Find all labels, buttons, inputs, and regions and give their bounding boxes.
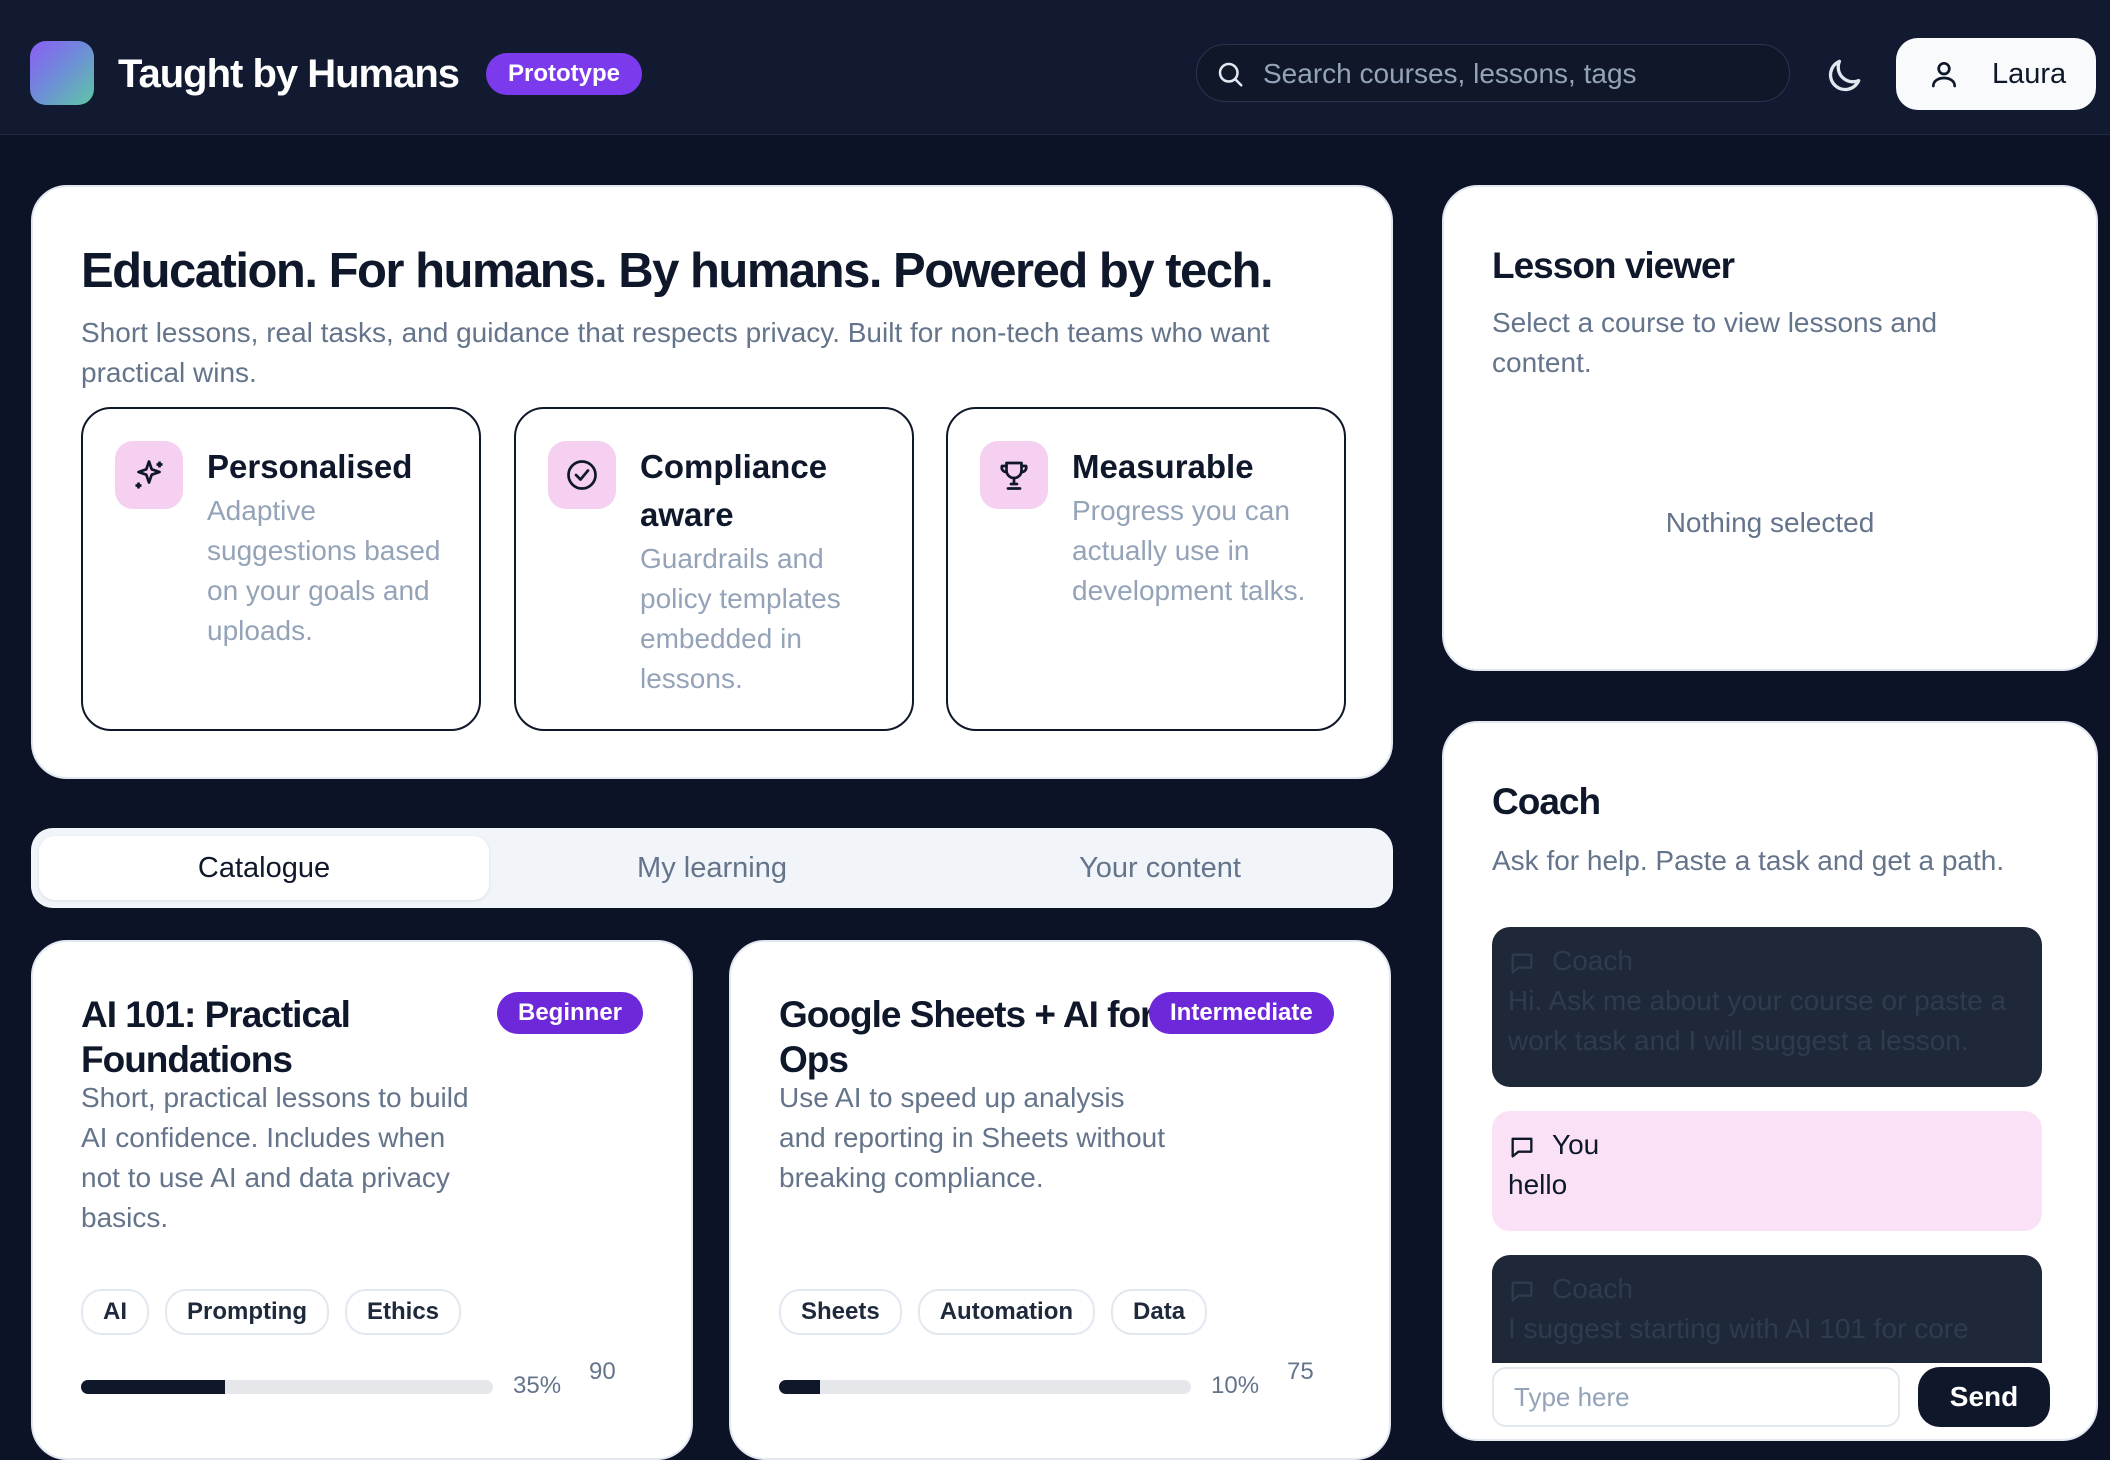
message-author: You: [1552, 1129, 1600, 1160]
message-text: hello: [1508, 1169, 1568, 1200]
tab-catalogue[interactable]: Catalogue: [39, 836, 489, 900]
course-title: Google Sheets + AI for Ops: [779, 994, 1154, 1080]
tag[interactable]: Ethics: [345, 1289, 462, 1335]
tag[interactable]: AI: [81, 1289, 149, 1335]
user-message: You hello: [1492, 1111, 2042, 1231]
top-bar: Taught by Humans Prototype Laura: [0, 0, 2110, 135]
tag[interactable]: Prompting: [165, 1289, 329, 1335]
feature-card-personalised: Personalised Adaptive suggestions based …: [81, 407, 481, 731]
hero-card: Education. For humans. By humans. Powere…: [31, 185, 1393, 779]
course-card[interactable]: AI 101: Practical Foundations Beginner S…: [31, 940, 693, 1460]
message-text: I suggest starting with AI 101 for core: [1508, 1313, 1969, 1344]
lesson-viewer-subtitle: Select a course to view lessons and cont…: [1492, 307, 1938, 378]
feature-description: Guardrails and policy templates embedded…: [640, 543, 841, 694]
tag-list: Sheets Automation Data: [779, 1289, 1208, 1335]
chat-bubble-icon: [1511, 1281, 1533, 1302]
app-logo: [30, 41, 94, 105]
course-description: Use AI to speed up analysis and reportin…: [779, 1082, 1166, 1193]
tag[interactable]: Sheets: [779, 1289, 902, 1335]
lesson-viewer-title: Lesson viewer: [1492, 245, 1735, 286]
course-card[interactable]: Google Sheets + AI for Ops Intermediate …: [729, 940, 1391, 1460]
tag[interactable]: Data: [1111, 1289, 1208, 1335]
feature-title: Personalised: [207, 448, 413, 485]
course-minutes: 90: [589, 1358, 616, 1385]
chat-bubble-icon: [1511, 953, 1533, 974]
course-title: AI 101: Practical Foundations: [81, 994, 351, 1080]
tag[interactable]: Automation: [917, 1289, 1096, 1335]
feature-card-compliance: Compliance aware Guardrails and policy t…: [514, 407, 914, 731]
coach-subtitle: Ask for help. Paste a task and get a pat…: [1492, 845, 2005, 876]
message-author: Coach: [1552, 1273, 1633, 1304]
hero-title: Education. For humans. By humans. Powere…: [81, 244, 1274, 298]
user-menu-button[interactable]: Laura: [1896, 38, 2096, 110]
coach-card: Coach Ask for help. Paste a task and get…: [1442, 721, 2098, 1441]
brand-name: Taught by Humans: [118, 52, 460, 96]
theme-toggle-button[interactable]: [1822, 54, 1866, 98]
section-tabs: Catalogue My learning Your content: [31, 828, 1393, 908]
user-icon: [1932, 62, 1956, 88]
search-box[interactable]: [1196, 44, 1790, 102]
search-input[interactable]: [1261, 53, 1775, 95]
message-author: Coach: [1552, 945, 1633, 976]
tab-my-learning[interactable]: My learning: [487, 836, 937, 900]
check-circle-icon: [548, 441, 616, 509]
coach-message: Coach I suggest starting with AI 101 for…: [1492, 1255, 2042, 1363]
level-badge: Beginner: [497, 992, 644, 1034]
feature-card-measurable: Measurable Progress you can actually use…: [946, 407, 1346, 731]
feature-description: Progress you can actually use in develop…: [1072, 495, 1306, 606]
course-description: Short, practical lessons to build AI con…: [81, 1082, 469, 1233]
feature-title: Measurable: [1072, 448, 1254, 485]
prototype-badge: Prototype: [486, 53, 643, 95]
moon-icon: [1828, 59, 1861, 92]
coach-message: Coach Hi. Ask me about your course or pa…: [1492, 927, 2042, 1087]
progress-bar: [81, 1380, 493, 1394]
tab-your-content[interactable]: Your content: [935, 836, 1385, 900]
progress-fill: [81, 1380, 226, 1394]
search-icon: [1218, 62, 1243, 87]
coach-message-input[interactable]: Type here: [1492, 1367, 1900, 1427]
feature-description: Adaptive suggestions based on your goals…: [207, 495, 441, 646]
feature-title: Compliance aware: [640, 448, 828, 533]
course-minutes: 75: [1287, 1358, 1314, 1385]
message-text: Hi. Ask me about your course or paste a …: [1508, 985, 2007, 1056]
trophy-icon: [980, 441, 1048, 509]
progress-fill: [779, 1380, 821, 1394]
level-badge: Intermediate: [1149, 992, 1334, 1034]
hero-subtitle: Short lessons, real tasks, and guidance …: [81, 317, 1270, 388]
empty-state: Nothing selected: [1665, 507, 1875, 538]
user-name: Laura: [1992, 58, 2067, 90]
chat-log[interactable]: Coach Hi. Ask me about your course or pa…: [1492, 927, 2042, 1363]
lesson-viewer-card: Lesson viewer Select a course to view le…: [1442, 185, 2098, 671]
progress-bar: [779, 1380, 1191, 1394]
tag-list: AI Prompting Ethics: [81, 1289, 462, 1335]
sparkles-icon: [115, 441, 183, 509]
send-button[interactable]: Send: [1918, 1367, 2050, 1427]
coach-title: Coach: [1492, 781, 1601, 822]
chat-bubble-icon: [1511, 1137, 1533, 1158]
